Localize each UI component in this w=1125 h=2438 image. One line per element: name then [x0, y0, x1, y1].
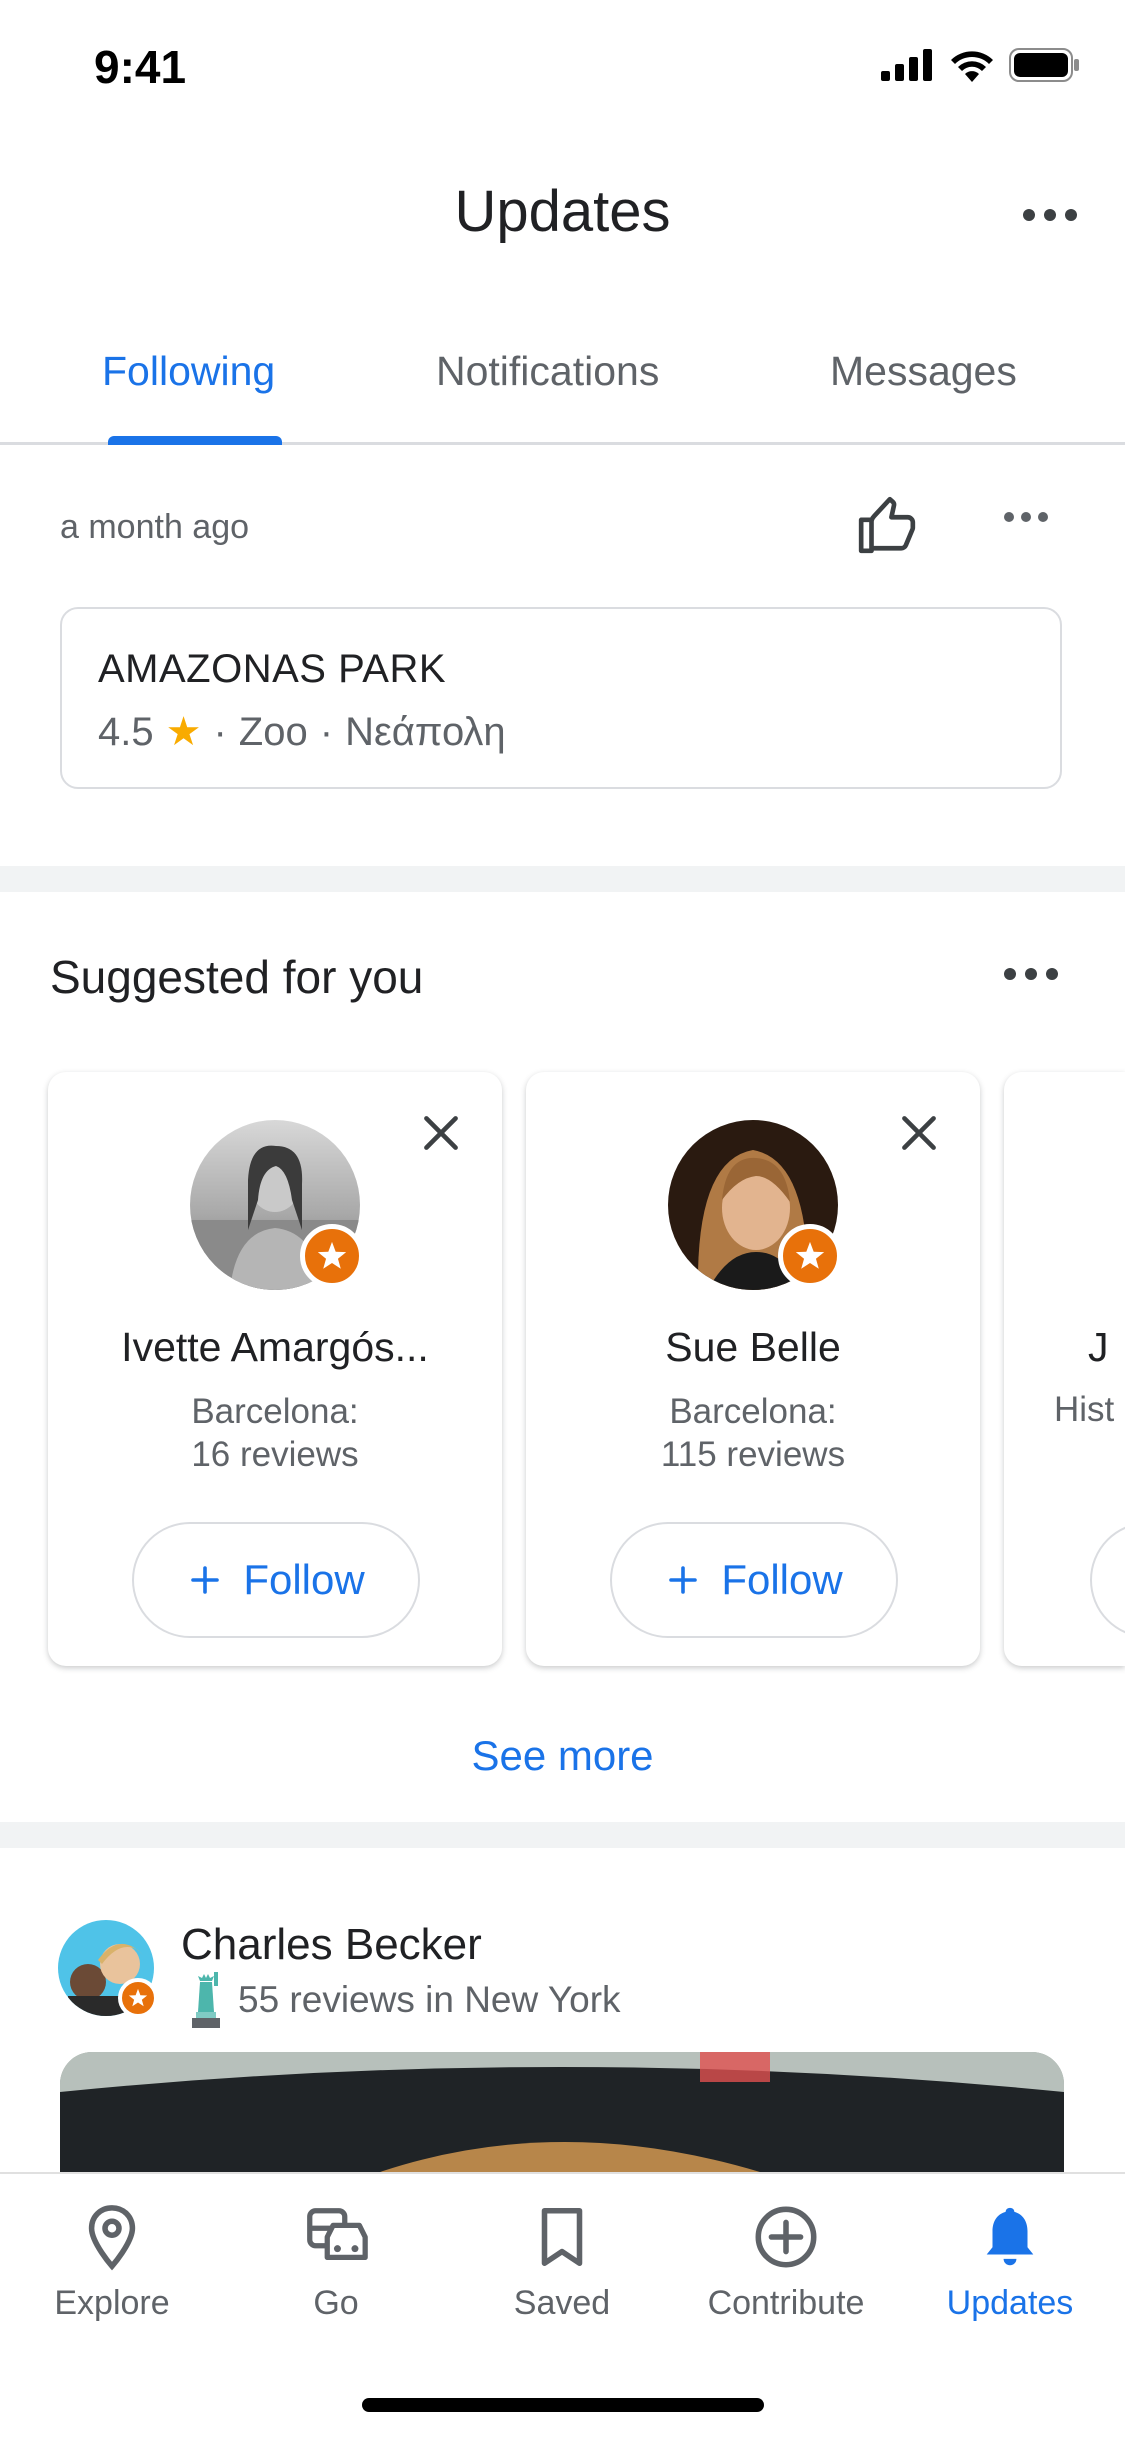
feed-author-reviews: 55 reviews in New York [238, 1979, 621, 2020]
nav-saved[interactable]: Saved [462, 2202, 662, 2323]
feed-author-name[interactable]: Charles Becker [181, 1920, 482, 1970]
suggestion-location: Barcelona: [191, 1392, 359, 1431]
place-card[interactable]: AMAZONAS PARK 4.5 ★ · Zoo · Νεάπολη [60, 607, 1062, 789]
tab-notifications[interactable]: Notifications [436, 348, 659, 395]
nav-contribute[interactable]: Contribute [686, 2202, 886, 2323]
feed-author-subtitle: 55 reviews in New York [186, 1972, 621, 2028]
plus-icon [669, 1566, 698, 1594]
nav-updates[interactable]: Updates [910, 2202, 1110, 2323]
meta-separator: · [213, 709, 227, 754]
home-indicator[interactable] [362, 2398, 764, 2412]
suggestion-reviews: 115 reviews [660, 1435, 846, 1474]
tab-messages[interactable]: Messages [830, 348, 1017, 395]
status-time: 9:41 [94, 41, 187, 93]
suggestion-location: Barcelona: [669, 1392, 837, 1431]
suggestion-name: Sue Belle [665, 1324, 841, 1370]
feed-photo[interactable] [60, 2052, 1064, 2172]
nav-label: Saved [513, 2284, 611, 2322]
battery-icon [1009, 48, 1079, 82]
more-icon [1004, 512, 1014, 522]
tab-bar: Following Notifications Messages [0, 330, 1125, 445]
local-guide-badge-icon [300, 1224, 364, 1288]
suggestion-name: J [1088, 1324, 1109, 1370]
bookmark-icon [541, 2207, 583, 2267]
nav-label: Explore [54, 2284, 170, 2322]
follow-label: Follow [243, 1556, 365, 1603]
suggested-more-button[interactable] [1004, 968, 1058, 980]
close-icon[interactable] [416, 1108, 466, 1158]
suggested-title: Suggested for you [50, 951, 424, 1003]
more-icon [1004, 968, 1016, 980]
avatar[interactable] [58, 1920, 158, 2018]
pin-icon [88, 2205, 136, 2271]
more-icon [1023, 209, 1035, 221]
meta-separator: · [319, 709, 334, 754]
thumbs-up-icon[interactable] [856, 494, 918, 556]
section-divider [0, 866, 1125, 892]
suggestion-card[interactable]: Ivette Amargós... Barcelona: 16 reviews … [48, 1072, 502, 1666]
place-category: Zoo [238, 709, 308, 754]
bell-icon [986, 2207, 1034, 2266]
close-icon[interactable] [894, 1108, 944, 1158]
avatar[interactable] [668, 1120, 842, 1290]
star-icon: ★ [165, 710, 202, 754]
post-timestamp: a month ago [60, 508, 250, 546]
place-rating: 4.5 [98, 709, 154, 754]
suggestion-name: Ivette Amargós... [121, 1324, 429, 1370]
follow-button[interactable] [1090, 1522, 1125, 1638]
status-icons [881, 48, 1081, 82]
nav-explore[interactable]: Explore [12, 2202, 212, 2323]
place-name: AMAZONAS PARK [98, 647, 447, 691]
post-more-button[interactable] [1004, 512, 1048, 522]
follow-label: Follow [721, 1556, 843, 1603]
page-title: Updates [454, 179, 671, 244]
suggestion-card[interactable]: Sue Belle Barcelona: 115 reviews Follow [526, 1072, 980, 1666]
statue-of-liberty-icon [192, 1972, 220, 2028]
section-divider [0, 1822, 1125, 1848]
plus-icon [191, 1566, 220, 1594]
wifi-icon [951, 51, 993, 82]
avatar[interactable] [190, 1120, 364, 1290]
suggestion-location: Hist [1054, 1390, 1115, 1429]
suggestion-subtitle: Barcelona: 115 reviews [526, 1390, 980, 1476]
place-meta: 4.5 ★ · Zoo · Νεάπολη [98, 709, 506, 755]
header-more-button[interactable] [1015, 190, 1085, 240]
follow-button[interactable]: Follow [132, 1522, 420, 1638]
place-area: Νεάπολη [345, 709, 506, 754]
see-more-link[interactable]: See more [0, 1732, 1125, 1780]
nav-label: Updates [946, 2284, 1074, 2322]
suggestion-subtitle: Barcelona: 16 reviews [48, 1390, 502, 1476]
add-circle-icon [755, 2206, 817, 2268]
commute-icon [307, 2208, 368, 2261]
active-tab-indicator [108, 436, 282, 445]
nav-label: Contribute [707, 2284, 865, 2322]
local-guide-badge-icon [118, 1978, 158, 2018]
cellular-signal-icon [881, 49, 932, 81]
tab-following[interactable]: Following [102, 348, 275, 395]
nav-go[interactable]: Go [236, 2202, 436, 2323]
suggestion-reviews: 16 reviews [191, 1435, 359, 1474]
suggestion-card[interactable]: J Hist [1004, 1072, 1125, 1666]
local-guide-badge-icon [778, 1224, 842, 1288]
follow-button[interactable]: Follow [610, 1522, 898, 1638]
nav-label: Go [313, 2284, 359, 2322]
